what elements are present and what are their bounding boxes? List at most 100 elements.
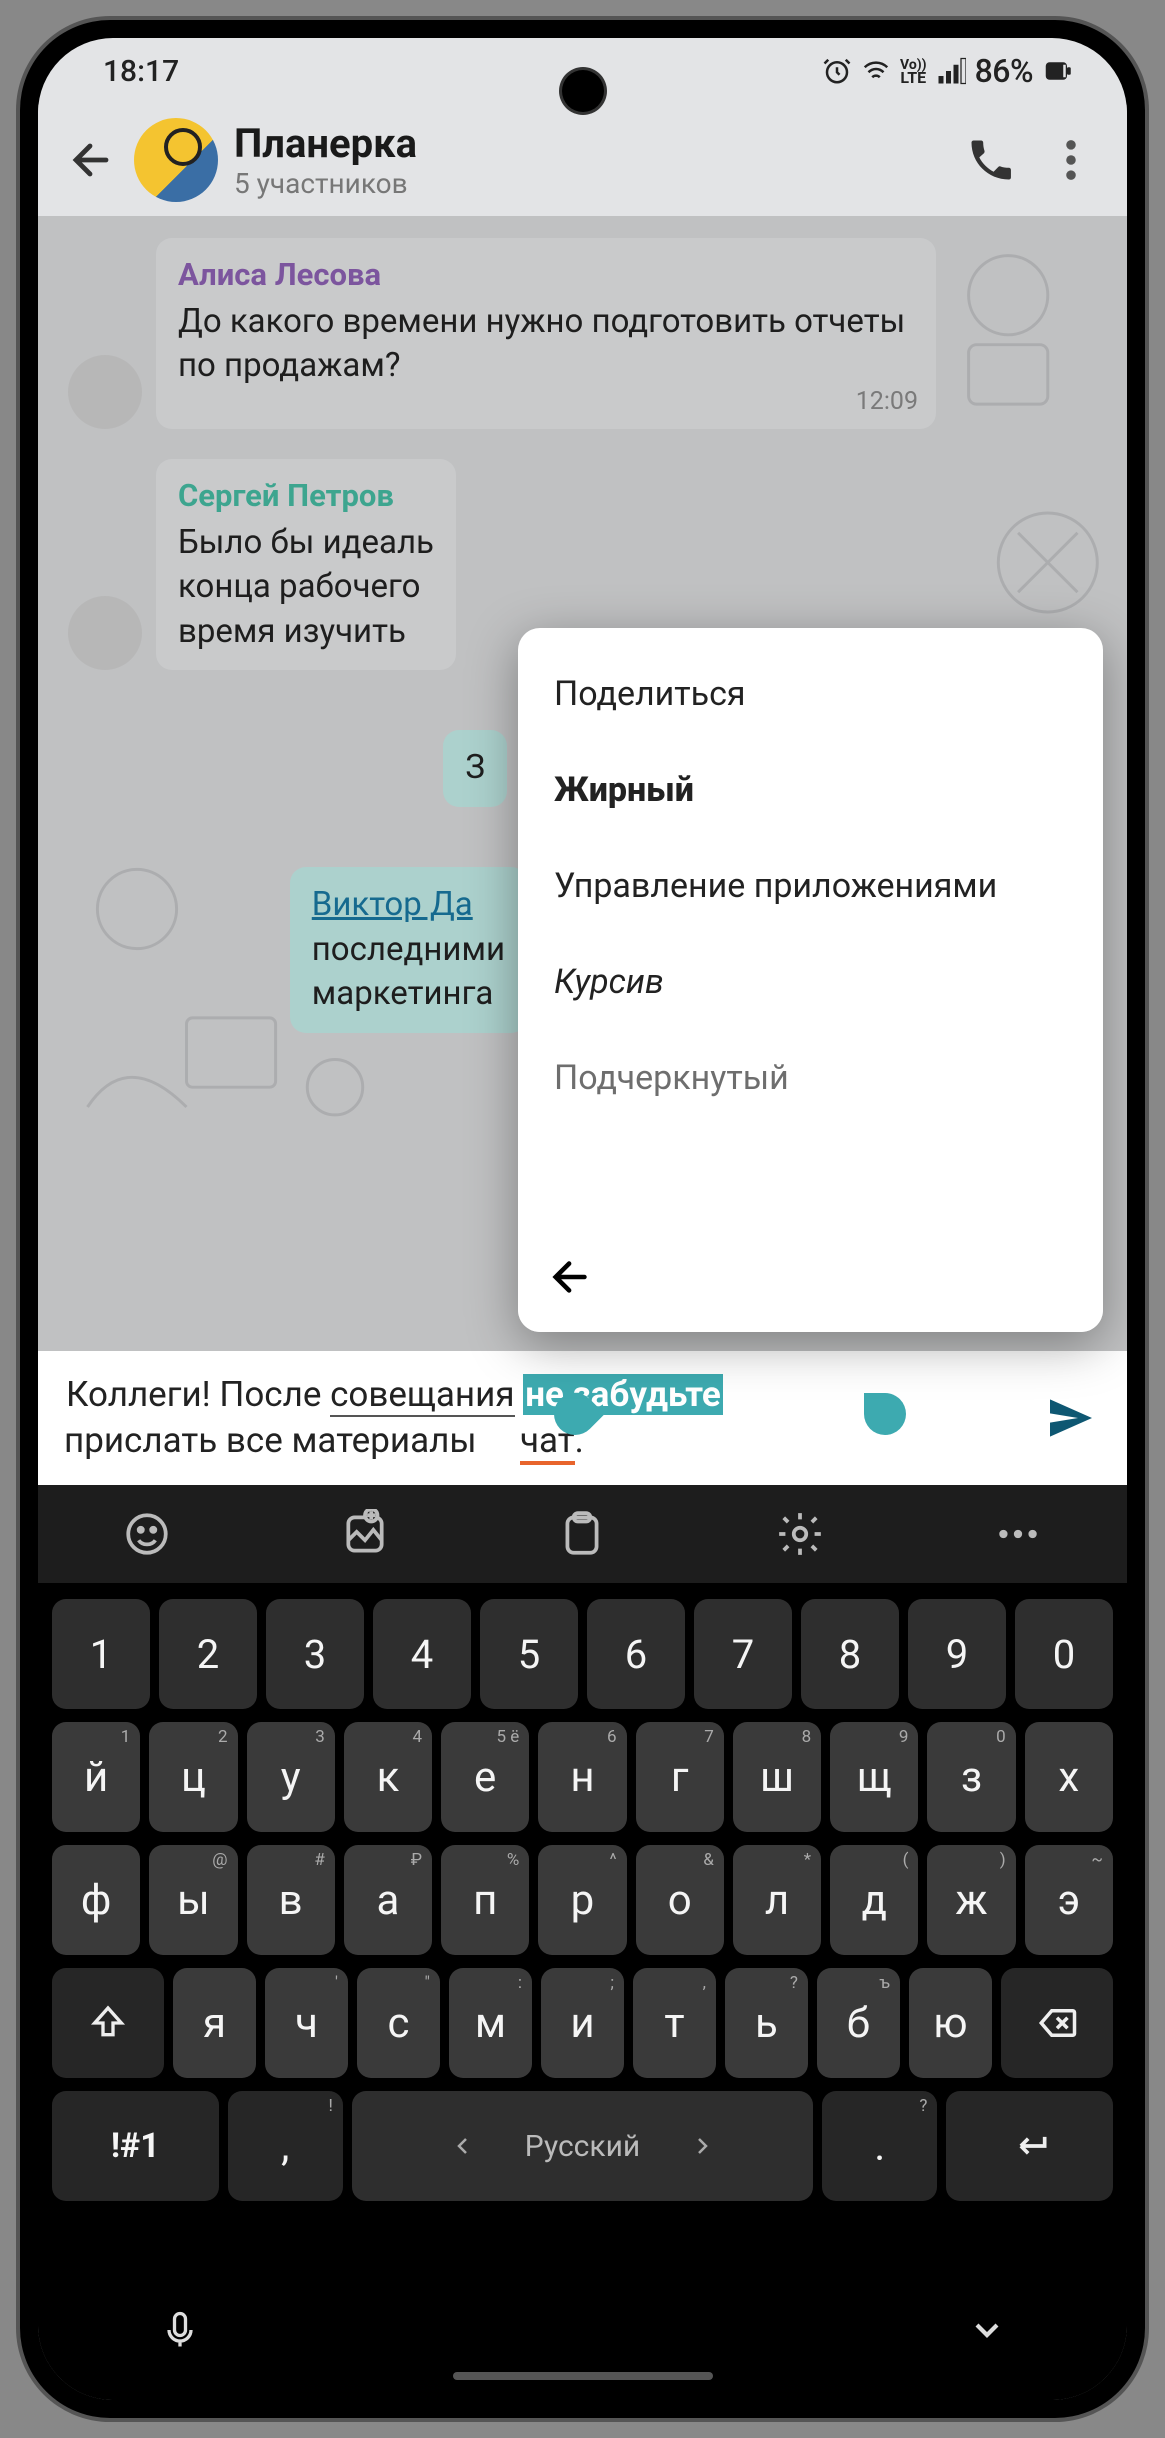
- chat-header: Планерка 5 участников: [38, 104, 1127, 216]
- key-э[interactable]: э~: [1025, 1845, 1113, 1955]
- key-й[interactable]: й1: [52, 1722, 140, 1832]
- key-0[interactable]: 0: [1015, 1599, 1113, 1709]
- message-row[interactable]: З: [58, 730, 507, 807]
- key-д[interactable]: д(: [830, 1845, 918, 1955]
- key-н[interactable]: н6: [538, 1722, 626, 1832]
- shift-icon: [88, 2003, 128, 2043]
- context-item-app-mgmt[interactable]: Управление приложениями: [518, 838, 1103, 934]
- key-ы[interactable]: ы@: [149, 1845, 237, 1955]
- key-3[interactable]: 3: [266, 1599, 364, 1709]
- phone-frame: 18:17 Vo))LTE 86% Планерка 5 участников: [20, 20, 1145, 2418]
- chat-title-block[interactable]: Планерка 5 участников: [234, 120, 937, 200]
- context-menu-back[interactable]: [518, 1220, 1103, 1332]
- key-ф[interactable]: ф: [52, 1845, 140, 1955]
- keyboard-language: Русский: [525, 2129, 640, 2164]
- call-icon[interactable]: [965, 134, 1017, 186]
- key-с[interactable]: с": [357, 1968, 440, 2078]
- context-item-italic[interactable]: Курсив: [518, 934, 1103, 1030]
- key-у[interactable]: у3: [247, 1722, 335, 1832]
- context-menu-list: Поделиться Жирный Управление приложениям…: [518, 628, 1103, 1216]
- key-м[interactable]: м:: [449, 1968, 532, 2078]
- key-щ[interactable]: щ9: [830, 1722, 918, 1832]
- selection-handle-end[interactable]: [864, 1393, 906, 1435]
- settings-icon[interactable]: [775, 1509, 825, 1559]
- mention-link[interactable]: Виктор Да: [312, 885, 473, 924]
- sender-avatar[interactable]: [68, 355, 142, 429]
- key-р[interactable]: р^: [538, 1845, 626, 1955]
- enter-icon: [1008, 2124, 1052, 2168]
- key-в[interactable]: в#: [247, 1845, 335, 1955]
- chevron-left-icon: [451, 2134, 475, 2158]
- send-button[interactable]: [1043, 1390, 1099, 1446]
- context-item-share[interactable]: Поделиться: [518, 646, 1103, 742]
- wifi-icon: [861, 56, 891, 86]
- context-item-underline[interactable]: Подчеркнутый: [518, 1030, 1103, 1126]
- key-к[interactable]: к4: [344, 1722, 432, 1832]
- key-е[interactable]: е5 ё: [441, 1722, 529, 1832]
- message-text: последними маркетинга: [312, 928, 505, 1017]
- nav-bar: [38, 2260, 1127, 2400]
- comma-key[interactable]: ,!: [228, 2091, 343, 2201]
- nav-pill[interactable]: [453, 2372, 713, 2380]
- key-б[interactable]: бъ: [817, 1968, 900, 2078]
- message-bubble[interactable]: Алиса Лесова До какого времени нужно под…: [156, 238, 936, 429]
- signal-icon: [936, 56, 966, 86]
- period-key[interactable]: .?: [822, 2091, 937, 2201]
- chat-title: Планерка: [234, 120, 937, 167]
- emoji-icon[interactable]: [122, 1509, 172, 1559]
- key-ц[interactable]: ц2: [149, 1722, 237, 1832]
- key-6[interactable]: 6: [587, 1599, 685, 1709]
- alarm-icon: [822, 56, 852, 86]
- key-ь[interactable]: ь?: [725, 1968, 808, 2078]
- sticker-icon[interactable]: [340, 1509, 390, 1559]
- key-ч[interactable]: ч': [265, 1968, 348, 2078]
- key-л[interactable]: л*: [733, 1845, 821, 1955]
- sender-name: Сергей Петров: [178, 475, 434, 517]
- space-key[interactable]: Русский: [352, 2091, 813, 2201]
- message-bubble[interactable]: Виктор Да последними маркетинга: [290, 867, 527, 1033]
- key-4[interactable]: 4: [373, 1599, 471, 1709]
- key-а[interactable]: а₽: [344, 1845, 432, 1955]
- shift-key[interactable]: [52, 1968, 164, 2078]
- backspace-key[interactable]: [1001, 1968, 1113, 2078]
- chat-avatar[interactable]: [134, 118, 218, 202]
- volte-icon: Vo))LTE: [900, 57, 927, 86]
- more-icon[interactable]: [1045, 134, 1097, 186]
- key-ж[interactable]: ж): [927, 1845, 1015, 1955]
- keyboard-hide-icon[interactable]: [967, 2310, 1007, 2350]
- key-8[interactable]: 8: [801, 1599, 899, 1709]
- key-о[interactable]: о&: [636, 1845, 724, 1955]
- back-arrow-icon: [548, 1254, 594, 1300]
- key-row-bottom: !#1 ,! Русский .?: [46, 2091, 1119, 2201]
- message-text: З: [465, 746, 485, 791]
- sender-name: Алиса Лесова: [178, 254, 914, 296]
- enter-key[interactable]: [946, 2091, 1113, 2201]
- key-7[interactable]: 7: [694, 1599, 792, 1709]
- key-т[interactable]: т,: [633, 1968, 716, 2078]
- message-bubble[interactable]: Сергей Петров Было бы идеаль конца рабоч…: [156, 459, 456, 670]
- chat-subtitle: 5 участников: [234, 167, 937, 200]
- key-и[interactable]: и;: [541, 1968, 624, 2078]
- message-row[interactable]: Алиса Лесова До какого времени нужно под…: [68, 238, 1107, 429]
- key-п[interactable]: п%: [441, 1845, 529, 1955]
- more-horizontal-icon[interactable]: [993, 1509, 1043, 1559]
- symbols-key[interactable]: !#1: [52, 2091, 219, 2201]
- key-9[interactable]: 9: [908, 1599, 1006, 1709]
- clipboard-icon[interactable]: [557, 1509, 607, 1559]
- back-icon[interactable]: [68, 136, 116, 184]
- key-2[interactable]: 2: [159, 1599, 257, 1709]
- mic-icon[interactable]: [158, 2308, 202, 2352]
- status-time: 18:17: [103, 54, 179, 89]
- context-item-bold[interactable]: Жирный: [518, 742, 1103, 838]
- key-5[interactable]: 5: [480, 1599, 578, 1709]
- key-г[interactable]: г7: [636, 1722, 724, 1832]
- key-я[interactable]: я: [173, 1968, 256, 2078]
- message-bubble[interactable]: З: [443, 730, 507, 807]
- key-1[interactable]: 1: [52, 1599, 150, 1709]
- key-ш[interactable]: ш8: [733, 1722, 821, 1832]
- sender-avatar[interactable]: [68, 596, 142, 670]
- key-ю[interactable]: ю: [909, 1968, 992, 2078]
- message-row[interactable]: Виктор Да последними маркетинга: [58, 867, 527, 1033]
- key-х[interactable]: х: [1025, 1722, 1113, 1832]
- key-з[interactable]: з0: [927, 1722, 1015, 1832]
